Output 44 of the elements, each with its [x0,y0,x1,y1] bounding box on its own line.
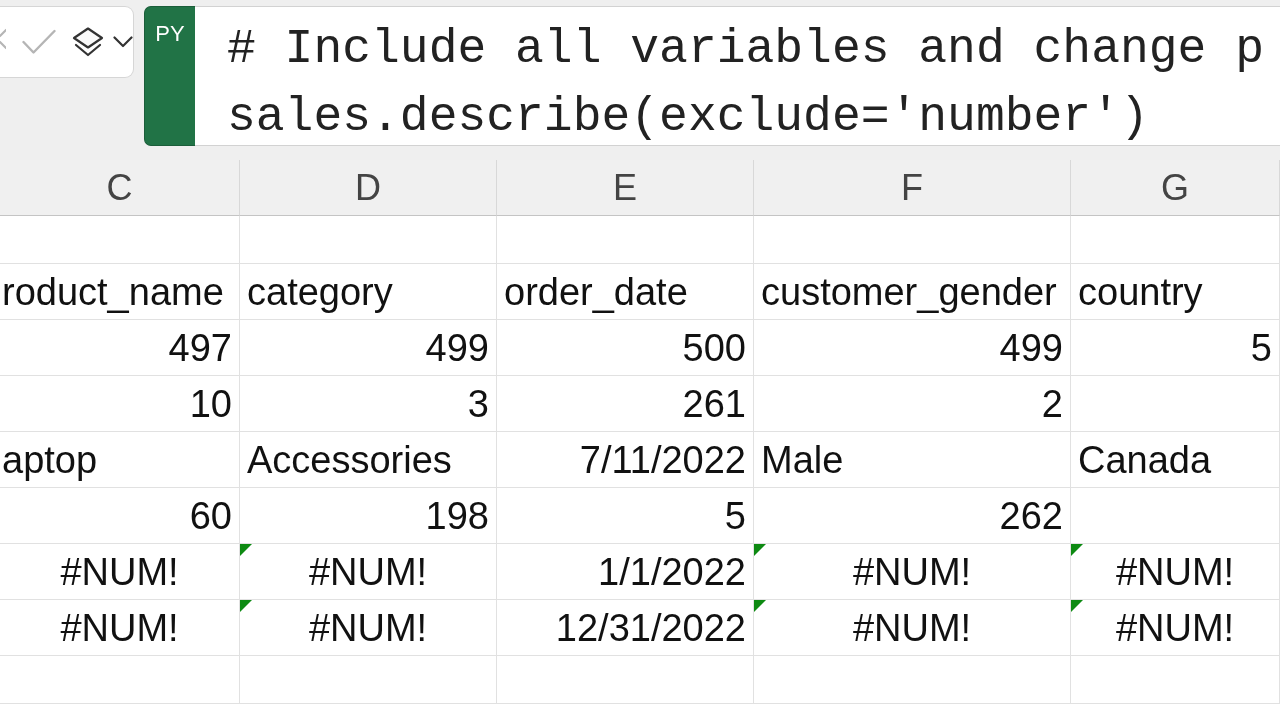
table-cell: Accessories [247,437,452,482]
table-cell: 500 [682,325,746,370]
table-cell: aptop [2,437,98,482]
table-cell: #NUM! [852,605,972,650]
table-cell: 2 [1041,381,1063,426]
table-cell: 262 [999,493,1063,538]
table-cell: 7/11/2022 [579,437,746,482]
table-cell: 12/31/2022 [555,605,746,650]
table-cell: #NUM! [60,605,179,650]
table-cell: 198 [425,493,489,538]
layers-icon[interactable] [72,27,104,57]
table-cell: 499 [999,325,1063,370]
table-cell: Male [761,437,844,482]
column-header[interactable]: D [240,160,497,216]
code-line: sales.describe(exclude='number') [227,89,1149,145]
table-cell: 60 [189,493,232,538]
table-cell: 497 [168,325,232,370]
table-cell: 5 [724,493,746,538]
code-editor[interactable]: # Include all variables and change p sales.describe(exclude='number') [195,6,1280,146]
table-cell: #NUM! [1115,605,1235,650]
language-badge: PY [144,6,195,146]
table-cell: customer_gender [761,269,1057,314]
table-cell: #NUM! [308,605,428,650]
table-cell: #NUM! [852,549,972,594]
column-header[interactable]: G [1071,160,1280,216]
table-cell: #NUM! [1115,549,1235,594]
table-cell: country [1078,269,1203,314]
table-cell: category [247,269,393,314]
table-cell: 261 [682,381,746,426]
code-line: # Include all variables and change p [227,21,1264,78]
chevron-down-icon[interactable] [113,36,133,48]
table-cell: 5 [1250,325,1272,370]
column-header[interactable]: E [497,160,754,216]
table-cell: 3 [467,381,489,426]
table-cell: 1/1/2022 [598,549,746,594]
table-cell: 10 [189,381,232,426]
table-cell: Canada [1078,437,1212,482]
table-cell: #NUM! [308,549,428,594]
table-cell: roduct_name [2,269,224,314]
column-header[interactable]: C [0,160,240,216]
table-cell: order_date [504,269,688,314]
column-header[interactable]: F [754,160,1071,216]
table-cell: 499 [425,325,489,370]
table-cell: #NUM! [60,549,179,594]
